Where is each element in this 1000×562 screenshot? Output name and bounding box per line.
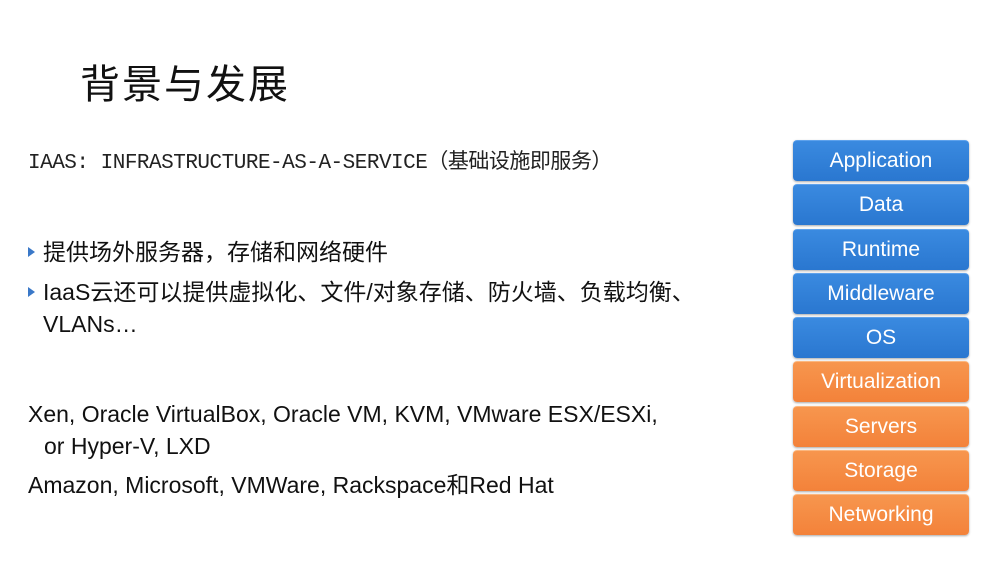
stack-layer-runtime: Runtime (793, 228, 969, 270)
stack-layer-os: OS (793, 317, 969, 359)
slide-subtitle: IAAS: INFRASTRUCTURE-AS-A-SERVICE（基础设施即服… (28, 152, 612, 175)
bullet-text: IaaS云还可以提供虚拟化、文件/对象存储、防火墙、负载均衡、VLANs… (43, 279, 695, 337)
bullet-item: IaaS云还可以提供虚拟化、文件/对象存储、防火墙、负载均衡、VLANs… (28, 276, 728, 340)
bullet-text: 提供场外服务器，存储和网络硬件 (43, 239, 388, 265)
bullet-item: 提供场外服务器，存储和网络硬件 (28, 236, 728, 268)
triangle-bullet-icon (28, 287, 35, 297)
hypervisors-paragraph: Xen, Oracle VirtualBox, Oracle VM, KVM, … (28, 398, 768, 462)
stack-layer-servers: Servers (793, 405, 969, 447)
stack-layer-middleware: Middleware (793, 272, 969, 314)
iaas-stack-diagram: Application Data Runtime Middleware OS V… (793, 140, 969, 539)
hypervisors-line-1: Xen, Oracle VirtualBox, Oracle VM, KVM, … (28, 401, 658, 427)
stack-layer-storage: Storage (793, 450, 969, 492)
triangle-bullet-icon (28, 247, 35, 257)
stack-layer-networking: Networking (793, 494, 969, 536)
stack-layer-application: Application (793, 140, 969, 181)
vendors-paragraph: Amazon, Microsoft, VMWare, Rackspace和Red… (28, 472, 554, 498)
slide-title: 背景与发展 (80, 62, 290, 108)
stack-layer-virtualization: Virtualization (793, 361, 969, 403)
stack-layer-data: Data (793, 184, 969, 226)
hypervisors-line-2: or Hyper-V, LXD (44, 433, 211, 459)
bullet-list: 提供场外服务器，存储和网络硬件 IaaS云还可以提供虚拟化、文件/对象存储、防火… (28, 236, 728, 348)
